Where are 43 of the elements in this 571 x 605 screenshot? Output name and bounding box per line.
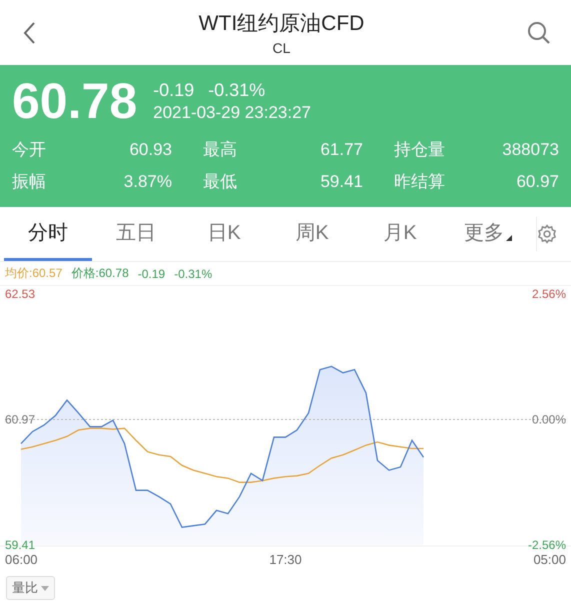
stat-value: 3.87% (124, 171, 172, 193)
stat-value: 59.41 (320, 171, 363, 193)
price-change: -0.19 (153, 80, 194, 100)
y-axis-label: 60.97 (5, 412, 36, 426)
percent-axis-label: 0.00% (532, 412, 566, 426)
percent-axis-label: -2.56% (528, 538, 566, 552)
caret-icon (506, 235, 512, 241)
stat-value: 388073 (502, 139, 559, 161)
stat-label: 最低 (203, 171, 237, 193)
stat-value: 61.77 (320, 139, 363, 161)
page-subtitle: CL (272, 40, 290, 56)
settings-icon[interactable] (536, 223, 557, 245)
y-axis-label: 62.53 (5, 287, 36, 301)
stat-label: 持仓量 (394, 139, 445, 161)
caret-icon (41, 586, 49, 590)
legend-text: -0.31% (174, 266, 212, 280)
search-icon[interactable] (527, 20, 551, 44)
time-axis-label: 17:30 (269, 552, 302, 567)
quote-timestamp: 2021-03-29 23:23:27 (153, 102, 311, 122)
percent-change: -0.31% (208, 80, 266, 100)
page-title: WTI纽约原油CFD (198, 11, 364, 37)
period-tab[interactable]: 日K (180, 207, 268, 261)
legend-text: -0.19 (138, 266, 166, 280)
stat-label: 今开 (12, 139, 46, 161)
current-price: 60.78 (12, 73, 138, 129)
period-tab[interactable]: 五日 (92, 207, 180, 261)
time-axis-label: 05:00 (533, 552, 566, 567)
indicator-dropdown[interactable]: 量比 (6, 576, 55, 600)
stat-label: 昨结算 (394, 171, 445, 193)
time-axis-label: 06:00 (5, 552, 38, 567)
stat-value: 60.97 (516, 171, 559, 193)
period-tab[interactable]: 月K (356, 207, 444, 261)
stat-value: 60.93 (129, 139, 172, 161)
period-tab[interactable]: 周K (268, 207, 356, 261)
legend-text: 价格:60.78 (71, 265, 129, 282)
period-tab[interactable]: 更多 (444, 207, 532, 261)
stat-label: 最高 (203, 139, 237, 161)
stat-label: 振幅 (12, 171, 46, 193)
period-tab[interactable]: 分时 (4, 207, 92, 261)
y-axis-label: 59.41 (5, 538, 36, 552)
legend-text: 均价:60.57 (5, 265, 62, 282)
back-icon[interactable] (22, 20, 36, 44)
percent-axis-label: 2.56% (532, 287, 566, 301)
